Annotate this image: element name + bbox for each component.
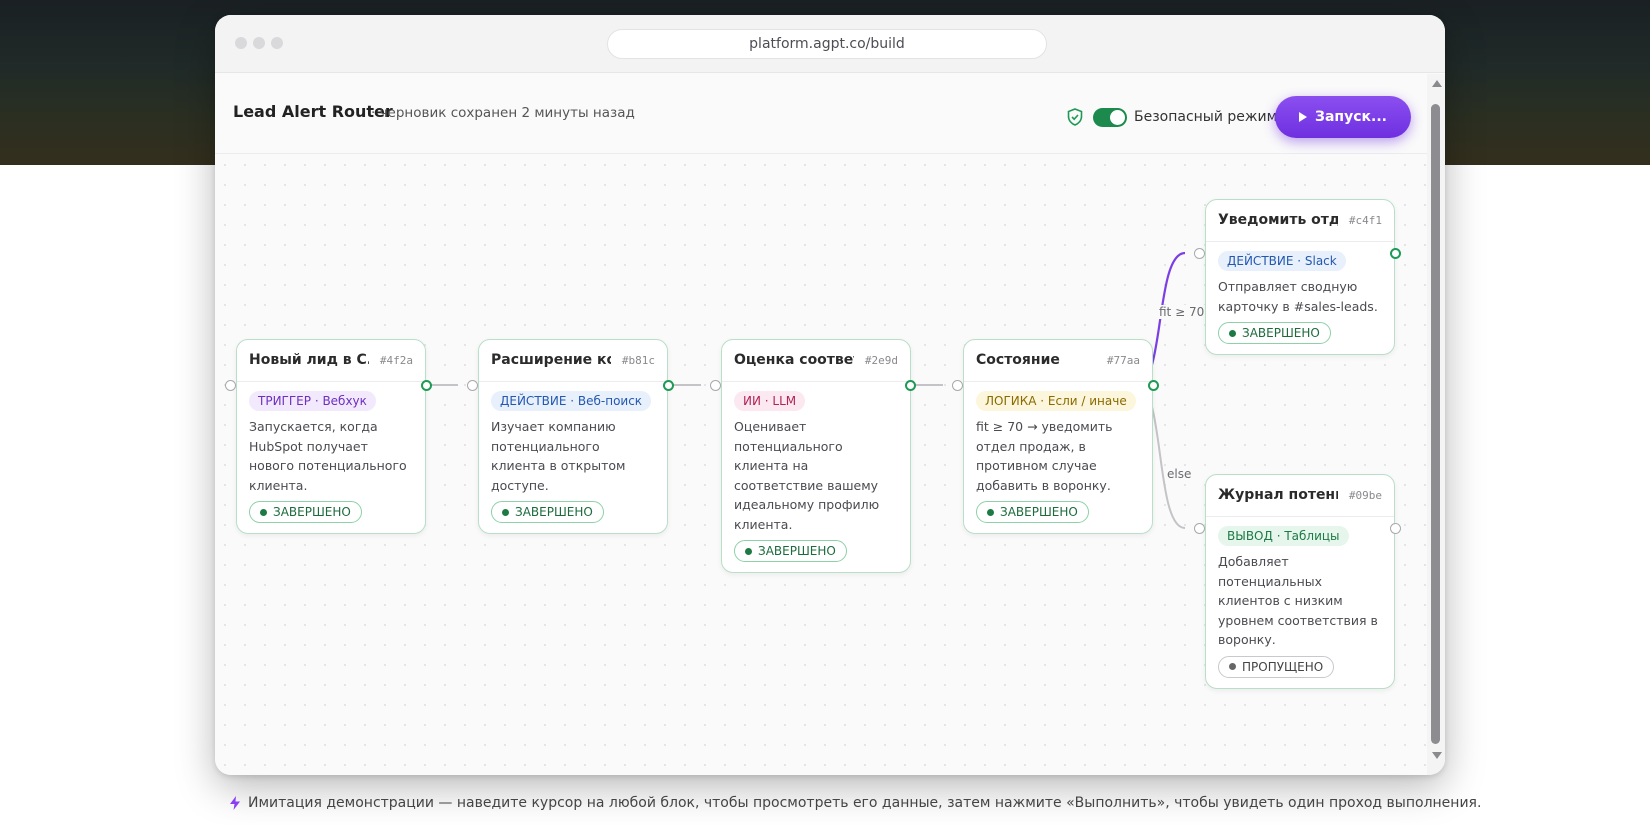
node-description: Добавляет потенциальных клиентов с низки… xyxy=(1218,554,1378,647)
node-description: Изучает компанию потенциального клиента … xyxy=(491,419,626,493)
safe-mode-toggle[interactable] xyxy=(1093,108,1127,127)
window-minimize-dot[interactable] xyxy=(253,37,265,49)
node-type-tag: ТРИГГЕР · Вебхук xyxy=(249,391,376,411)
node-title: Состояние xyxy=(976,352,1060,368)
edge-label-fit: fit ≥ 70 xyxy=(1157,305,1207,319)
status-badge: ЗАВЕРШЕНО xyxy=(491,501,604,523)
scroll-down-arrow-icon[interactable] xyxy=(1432,752,1442,759)
demo-hint-text: Имитация демонстрации — наведите курсор … xyxy=(248,795,1482,811)
status-badge: ЗАВЕРШЕНО xyxy=(249,501,362,523)
builder-toolbar: Lead Alert Router · черновик сохранен 2 … xyxy=(215,74,1427,154)
node-enrich[interactable]: Расширение ко... #b81c ДЕЙСТВИЕ · Веб-по… xyxy=(478,339,668,534)
node-header: Расширение ко... #b81c xyxy=(479,340,667,382)
browser-chrome: platform.agpt.co/build xyxy=(215,15,1445,73)
node-description: Запускается, когда HubSpot получает ново… xyxy=(249,419,407,493)
node-id: #09be xyxy=(1348,489,1382,502)
input-port[interactable] xyxy=(1194,523,1205,534)
node-title: Расширение ко... xyxy=(491,352,611,368)
window-maximize-dot[interactable] xyxy=(271,37,283,49)
node-title: Журнал потенц... xyxy=(1218,487,1338,503)
node-type-tag: ВЫВОД · Таблицы xyxy=(1218,526,1349,546)
status-label: ПРОПУЩЕНО xyxy=(1242,659,1324,674)
input-port[interactable] xyxy=(225,380,236,391)
toggle-knob xyxy=(1110,110,1125,125)
node-type-tag: ДЕЙСТВИЕ · Slack xyxy=(1218,251,1346,271)
status-dot-icon xyxy=(745,547,752,555)
flow-canvas[interactable]: fit ≥ 70 else Новый лид в C... #4f2a ТРИ… xyxy=(215,155,1427,775)
vertical-scrollbar[interactable] xyxy=(1427,74,1445,775)
status-dot-icon xyxy=(260,508,267,516)
status-badge: ЗАВЕРШЕНО xyxy=(734,540,847,562)
browser-window: platform.agpt.co/build Lead Alert Router… xyxy=(215,15,1445,775)
node-description: Отправляет сводную карточку в #sales-lea… xyxy=(1218,279,1378,314)
node-description: fit ≥ 70 → уведомить отдел продаж, в про… xyxy=(976,419,1113,493)
output-port[interactable] xyxy=(421,380,432,391)
node-body: ЛОГИКА · Если / иначе fit ≥ 70 → уведоми… xyxy=(964,382,1152,533)
node-header: Уведомить отде... #c4f1 xyxy=(1206,200,1394,242)
node-header: Новый лид в C... #4f2a xyxy=(237,340,425,382)
node-type-tag: ИИ · LLM xyxy=(734,391,806,411)
status-dot-icon xyxy=(1229,663,1236,670)
node-type-tag: ЛОГИКА · Если / иначе xyxy=(976,391,1136,411)
input-port[interactable] xyxy=(952,380,963,391)
window-close-dot[interactable] xyxy=(235,37,247,49)
status-label: ЗАВЕРШЕНО xyxy=(515,505,593,519)
status-label: ЗАВЕРШЕНО xyxy=(758,544,836,558)
node-id: #4f2a xyxy=(379,354,413,367)
node-id: #2e9d xyxy=(864,354,898,367)
output-port[interactable] xyxy=(1390,248,1401,259)
scroll-up-arrow-icon[interactable] xyxy=(1432,80,1442,87)
node-id: #b81c xyxy=(621,354,655,367)
output-port[interactable] xyxy=(1148,380,1159,391)
status-label: ЗАВЕРШЕНО xyxy=(273,505,351,519)
node-score[interactable]: Оценка соответ... #2e9d ИИ · LLM Оценива… xyxy=(721,339,911,573)
node-condition[interactable]: Состояние #77aa ЛОГИКА · Если / иначе fi… xyxy=(963,339,1153,534)
run-button-label: Запуск... xyxy=(1315,109,1387,125)
demo-hint: Имитация демонстрации — наведите курсор … xyxy=(230,795,1481,811)
node-title: Уведомить отде... xyxy=(1218,212,1338,228)
status-label: ЗАВЕРШЕНО xyxy=(1000,505,1078,519)
node-id: #c4f1 xyxy=(1348,214,1382,227)
node-body: ИИ · LLM Оценивает потенциального клиент… xyxy=(722,382,910,572)
draft-status: · черновик сохранен 2 минуты назад xyxy=(371,105,635,121)
node-body: ДЕЙСТВИЕ · Slack Отправляет сводную карт… xyxy=(1206,242,1394,354)
node-header: Журнал потенц... #09be xyxy=(1206,475,1394,517)
run-button[interactable]: Запуск... xyxy=(1275,96,1411,138)
safe-mode-label: Безопасный режим xyxy=(1134,109,1278,125)
node-header: Оценка соответ... #2e9d xyxy=(722,340,910,382)
bolt-icon xyxy=(230,796,240,810)
status-dot-icon xyxy=(502,508,509,516)
status-badge: ЗАВЕРШЕНО xyxy=(976,501,1089,523)
node-id: #77aa xyxy=(1106,354,1140,367)
node-header: Состояние #77aa xyxy=(964,340,1152,382)
shield-icon xyxy=(1067,108,1083,126)
input-port[interactable] xyxy=(1194,248,1205,259)
status-label: ЗАВЕРШЕНО xyxy=(1242,326,1320,340)
node-title: Оценка соответ... xyxy=(734,352,854,368)
node-type-tag: ДЕЙСТВИЕ · Веб-поиск xyxy=(491,391,652,411)
node-body: ДЕЙСТВИЕ · Веб-поиск Изучает компанию по… xyxy=(479,382,667,533)
scroll-thumb[interactable] xyxy=(1431,104,1440,744)
output-port[interactable] xyxy=(663,380,674,391)
node-notify-slack[interactable]: Уведомить отде... #c4f1 ДЕЙСТВИЕ · Slack… xyxy=(1205,199,1395,355)
address-bar[interactable]: platform.agpt.co/build xyxy=(607,29,1047,59)
node-body: ТРИГГЕР · Вебхук Запускается, когда HubS… xyxy=(237,382,425,533)
status-dot-icon xyxy=(1229,329,1236,337)
edge-label-else: else xyxy=(1165,467,1194,481)
agent-title: Lead Alert Router xyxy=(233,102,393,121)
input-port[interactable] xyxy=(467,380,478,391)
status-badge: ЗАВЕРШЕНО xyxy=(1218,322,1331,344)
node-title: Новый лид в C... xyxy=(249,352,369,368)
status-badge: ПРОПУЩЕНО xyxy=(1218,655,1335,678)
input-port[interactable] xyxy=(710,380,721,391)
node-description: Оценивает потенциального клиента на соот… xyxy=(734,419,880,532)
status-dot-icon xyxy=(987,508,994,516)
output-port[interactable] xyxy=(1390,523,1401,534)
node-body: ВЫВОД · Таблицы Добавляет потенциальных … xyxy=(1206,517,1394,688)
node-trigger[interactable]: Новый лид в C... #4f2a ТРИГГЕР · Вебхук … xyxy=(236,339,426,534)
play-icon xyxy=(1299,112,1308,122)
output-port[interactable] xyxy=(905,380,916,391)
node-log-sheet[interactable]: Журнал потенц... #09be ВЫВОД · Таблицы Д… xyxy=(1205,474,1395,689)
